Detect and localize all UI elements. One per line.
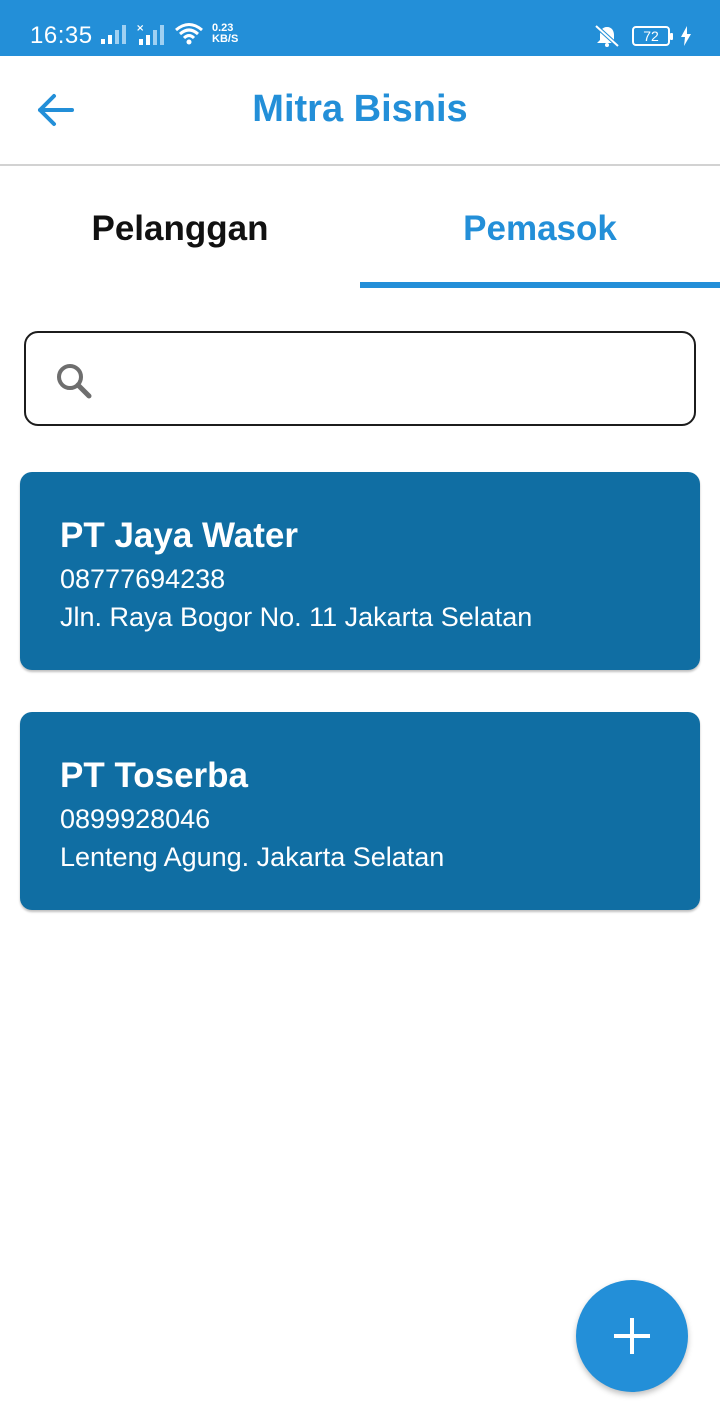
status-time: 16:35 (30, 22, 93, 49)
battery-icon: 72 (632, 26, 673, 46)
plus-icon (614, 1318, 650, 1354)
charging-icon (681, 26, 691, 46)
partner-address: Jln. Raya Bogor No. 11 Jakarta Selatan (60, 602, 533, 632)
search-icon (57, 364, 92, 399)
signal-icon (101, 25, 126, 44)
partner-address: Lenteng Agung. Jakarta Selatan (60, 842, 445, 872)
signal-no-data-icon: × (136, 23, 164, 45)
tab-bar: Pelanggan Pemasok (0, 168, 720, 288)
status-right-icons: 72 (592, 22, 692, 50)
partner-name: PT Toserba (60, 756, 249, 795)
partner-phone: 08777694238 (60, 564, 226, 594)
search-box[interactable] (24, 331, 696, 426)
status-bar: 16:35 × 0.23 KB/S 72 (0, 0, 720, 56)
partner-phone: 0899928046 (60, 804, 211, 834)
wifi-icon (175, 23, 203, 45)
partner-name: PT Jaya Water (60, 516, 298, 555)
partner-card[interactable]: PT Jaya Water 08777694238 Jln. Raya Bogo… (20, 472, 700, 670)
tab-pelanggan[interactable]: Pelanggan (0, 168, 360, 288)
page-title: Mitra Bisnis (252, 88, 468, 130)
tab-indicator (360, 282, 720, 288)
net-speed: 0.23 KB/S (212, 23, 238, 45)
status-left-icons: × 0.23 KB/S (100, 20, 238, 48)
app-bar: Mitra Bisnis (0, 56, 720, 166)
search-input[interactable] (116, 343, 676, 415)
tab-pemasok[interactable]: Pemasok (360, 168, 720, 288)
vibrate-mute-icon (594, 24, 620, 48)
add-partner-button[interactable] (576, 1280, 688, 1392)
partner-card[interactable]: PT Toserba 0899928046 Lenteng Agung. Jak… (20, 712, 700, 910)
svg-text:×: × (136, 23, 144, 34)
net-speed-unit: KB/S (212, 33, 239, 45)
